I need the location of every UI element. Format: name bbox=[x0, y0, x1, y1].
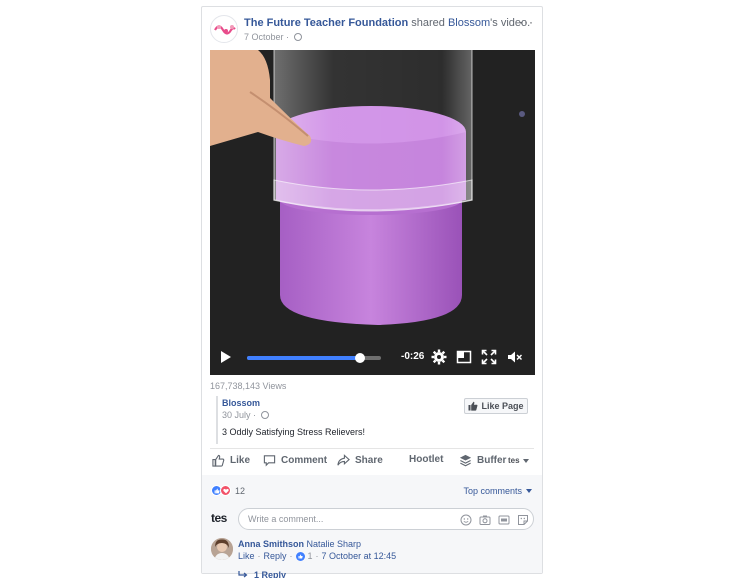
comment-meta-row: Like · Reply · 1 · 7 October at 12:45 bbox=[238, 551, 397, 561]
camera-icon[interactable] bbox=[479, 514, 491, 526]
video-scrubber[interactable] bbox=[247, 353, 381, 363]
share-icon bbox=[337, 454, 350, 466]
like-page-label: Like Page bbox=[481, 401, 524, 411]
globe-icon bbox=[293, 33, 302, 41]
scrubber-handle[interactable] bbox=[354, 353, 365, 363]
shared-source-block: Blossom 30 July · 3 Oddly Satisfying Str… bbox=[216, 396, 528, 444]
fullscreen-icon[interactable] bbox=[481, 349, 497, 365]
comment-input[interactable] bbox=[248, 512, 448, 526]
post-date-row: 7 October · bbox=[244, 32, 302, 42]
page-name-link[interactable]: The Future Teacher Foundation bbox=[244, 17, 408, 29]
like-action-button[interactable]: Like bbox=[212, 454, 250, 467]
comment-like-link[interactable]: Like bbox=[238, 551, 255, 561]
comment-text-line: Anna Smithson Natalie Sharp bbox=[238, 539, 361, 549]
like-page-button[interactable]: Like Page bbox=[464, 398, 528, 414]
source-date-row: 30 July · bbox=[222, 410, 269, 420]
account-selector[interactable]: tes bbox=[508, 456, 529, 465]
chevron-down-icon bbox=[522, 458, 529, 463]
video-frame bbox=[210, 50, 535, 375]
settings-gear-icon[interactable] bbox=[431, 349, 447, 365]
source-page-link[interactable]: Blossom bbox=[222, 398, 260, 408]
time-remaining: -0:26 bbox=[401, 351, 425, 362]
video-controls: -0:26 bbox=[210, 341, 535, 375]
more-options-button[interactable]: ··· bbox=[519, 15, 534, 29]
post-date[interactable]: 7 October bbox=[244, 32, 284, 42]
share-action-button[interactable]: Share bbox=[337, 454, 383, 467]
scrubber-progress bbox=[247, 356, 360, 360]
view-replies-link[interactable]: 1 Reply bbox=[238, 570, 286, 578]
reply-arrow-icon bbox=[238, 571, 248, 578]
facebook-post-card: The Future Teacher Foundation shared Blo… bbox=[201, 6, 543, 578]
comment-action-button[interactable]: Comment bbox=[263, 454, 327, 467]
source-name-link[interactable]: Blossom bbox=[448, 17, 490, 29]
thumbs-up-icon bbox=[468, 401, 478, 411]
video-player[interactable]: -0:26 bbox=[210, 50, 535, 375]
commenter-avatar[interactable] bbox=[211, 538, 233, 560]
comment-tagged-name[interactable]: Natalie Sharp bbox=[307, 539, 362, 549]
account-selector-label: tes bbox=[508, 456, 520, 465]
comment-reply-link[interactable]: Reply bbox=[264, 551, 287, 561]
comment-item: Anna Smithson Natalie Sharp Like · Reply… bbox=[211, 538, 534, 578]
video-description: 3 Oddly Satisfying Stress Relievers! bbox=[222, 427, 366, 437]
hootlet-action-button[interactable]: Hootlet bbox=[409, 454, 443, 465]
post-headline: The Future Teacher Foundation shared Blo… bbox=[244, 17, 530, 30]
post-action-bar: Like Comment Share Hootlet Buffer tes bbox=[210, 451, 535, 473]
comment-action-label: Comment bbox=[281, 455, 328, 466]
globe-icon bbox=[260, 411, 269, 419]
emoji-icon[interactable] bbox=[460, 514, 472, 526]
comment-sort-label: Top comments bbox=[463, 486, 522, 496]
share-action-label: Share bbox=[355, 455, 383, 466]
hootlet-action-label: Hootlet bbox=[409, 454, 444, 465]
comment-author-link[interactable]: Anna Smithson bbox=[238, 539, 304, 549]
shared-text: shared bbox=[411, 17, 445, 29]
divider bbox=[210, 448, 534, 449]
comments-section: 12 Top comments tes Write a comment... A… bbox=[202, 475, 542, 578]
comment-icon bbox=[263, 455, 276, 467]
commenter-tes-logo: tes bbox=[211, 511, 227, 525]
thumbs-up-icon bbox=[212, 454, 225, 467]
replies-count-label: 1 Reply bbox=[254, 570, 287, 578]
reaction-count: 12 bbox=[235, 485, 246, 496]
source-date[interactable]: 30 July bbox=[222, 410, 251, 420]
mute-icon[interactable] bbox=[507, 349, 523, 365]
comment-like-count: 1 bbox=[307, 551, 313, 561]
comment-box bbox=[238, 508, 534, 530]
like-action-label: Like bbox=[230, 455, 251, 466]
buffer-action-button[interactable]: Buffer bbox=[459, 454, 506, 467]
gif-icon[interactable] bbox=[498, 514, 510, 526]
comment-sort-dropdown[interactable]: Top comments bbox=[463, 486, 532, 496]
chevron-down-icon bbox=[526, 489, 532, 493]
love-reaction-icon bbox=[220, 485, 231, 496]
like-reaction-icon bbox=[295, 551, 305, 561]
sticker-icon[interactable] bbox=[517, 514, 529, 526]
buffer-icon bbox=[459, 454, 472, 467]
post-header: The Future Teacher Foundation shared Blo… bbox=[210, 15, 534, 45]
reaction-summary[interactable]: 12 bbox=[211, 485, 245, 496]
play-icon[interactable] bbox=[221, 351, 231, 363]
view-count: 167,738,143 Views bbox=[210, 381, 287, 391]
buffer-action-label: Buffer bbox=[477, 455, 507, 466]
page-avatar[interactable] bbox=[210, 15, 238, 43]
pip-icon[interactable] bbox=[456, 349, 472, 365]
comment-timestamp[interactable]: 7 October at 12:45 bbox=[322, 551, 397, 561]
